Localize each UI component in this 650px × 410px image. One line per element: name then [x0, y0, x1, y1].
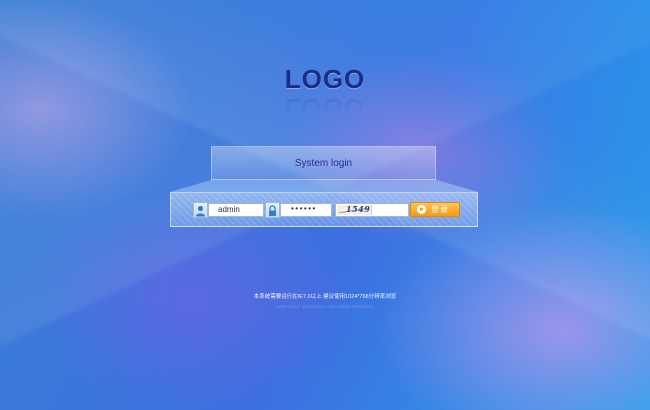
- login-panel-title: System login: [294, 158, 353, 169]
- logo: LOGO: [284, 64, 366, 94]
- user-icon: [193, 202, 208, 218]
- footer-notice: 本系统需要运行在IE7.0以上 建议使用1024*768分辨率浏览: [253, 294, 397, 300]
- lock-icon: [265, 202, 280, 218]
- username-value: admin: [218, 205, 240, 214]
- login-panel-slope: [170, 180, 478, 192]
- username-input[interactable]: admin: [208, 203, 264, 217]
- password-value: ••••••: [291, 204, 317, 213]
- captcha-input[interactable]: 1549: [335, 203, 409, 217]
- login-button-label: 登录: [431, 205, 449, 214]
- login-button[interactable]: 登录: [410, 202, 460, 217]
- footer-copyright: COPY RIGHT @2009-2019 ***ALL RIGHT RESER…: [275, 304, 375, 309]
- captcha-code: 1549: [346, 204, 371, 214]
- captcha-image[interactable]: 1549: [337, 204, 372, 215]
- logo-reflection: LOGO: [284, 93, 366, 123]
- login-arrow-icon: [417, 205, 426, 214]
- login-page: { "logo": {"text": "LOGO"}, "panel": {"t…: [0, 0, 650, 410]
- password-input[interactable]: ••••••: [280, 203, 332, 217]
